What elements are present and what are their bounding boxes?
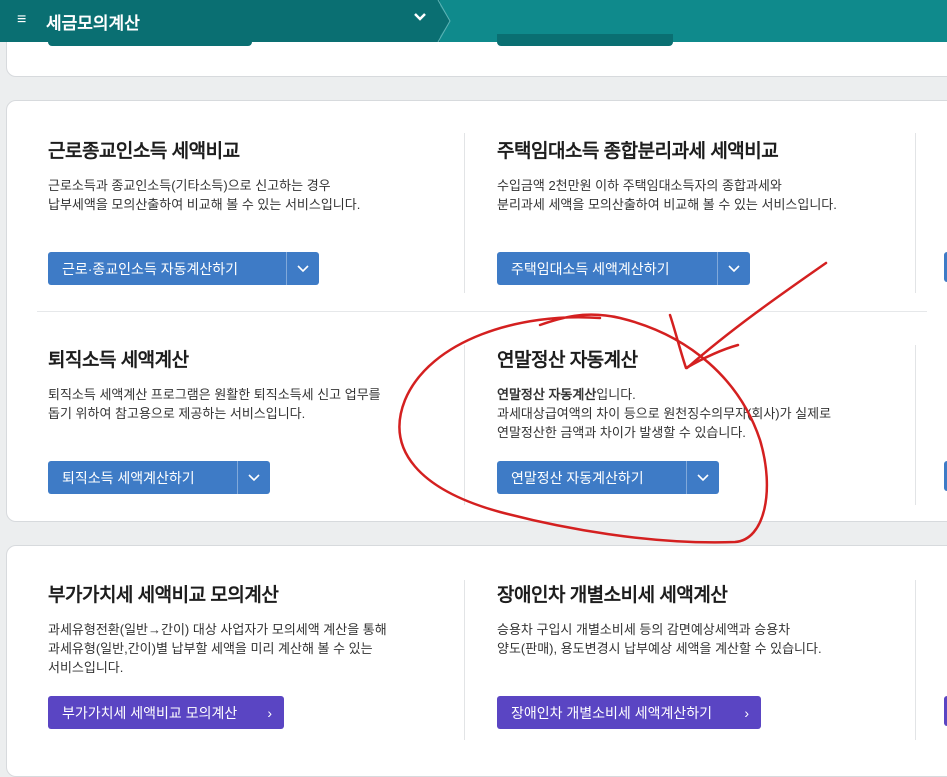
hamburger-menu-icon[interactable]: ≡	[17, 11, 26, 29]
service-item-vat-comparison: 부가가치세 세액비교 모의계산 과세유형전환(일반→간이) 대상 사업자가 모의…	[48, 580, 468, 740]
arrow-right-icon: ›	[744, 704, 749, 721]
service-title: 장애인차 개별소비세 세액계산	[497, 585, 728, 606]
housing-rental-calc-button[interactable]: 주택임대소득 세액계산하기	[497, 252, 750, 285]
button-label: 근로·종교인소득 자동계산하기	[62, 260, 238, 277]
chevron-down-icon[interactable]	[413, 10, 427, 28]
dropdown-toggle[interactable]	[717, 252, 750, 285]
vat-comparison-button[interactable]: 부가가치세 세액비교 모의계산 ›	[48, 696, 284, 729]
service-description: 과세대상급여액의 차이 등으로 원천징수의무자(회사)가 실제로 연말정산한 금…	[497, 406, 832, 440]
service-title: 연말정산 자동계산	[497, 350, 638, 371]
chevron-down-icon	[248, 473, 260, 481]
button-label: 연말정산 자동계산하기	[511, 469, 644, 486]
chevron-down-icon	[728, 264, 740, 272]
service-title: 부가가치세 세액비교 모의계산	[48, 585, 279, 606]
button-label: 주택임대소득 세액계산하기	[511, 260, 670, 277]
button-label: 장애인차 개별소비세 세액계산하기	[511, 704, 712, 721]
service-description: 근로소득과 종교인소득(기타소득)으로 신고하는 경우 납부세액을 모의산출하여…	[48, 178, 361, 212]
year-end-settlement-calc-button[interactable]: 연말정산 자동계산하기	[497, 461, 719, 494]
service-item-retirement: 퇴직소득 세액계산 퇴직소득 세액계산 프로그램은 원활한 퇴직소득세 신고 업…	[48, 345, 468, 495]
button-label: 부가가치세 세액비교 모의계산	[62, 704, 238, 721]
arrow-right-icon: ›	[267, 704, 272, 721]
chevron-down-icon	[697, 473, 709, 481]
button-label: 퇴직소득 세액계산하기	[62, 469, 195, 486]
page-title[interactable]: 세금모의계산	[46, 9, 140, 34]
service-item-year-end-settlement: 연말정산 자동계산 연말정산 자동계산입니다. 과세대상급여액의 차이 등으로 …	[497, 345, 937, 495]
religious-income-calc-button[interactable]: 근로·종교인소득 자동계산하기	[48, 252, 319, 285]
service-description: 과세유형전환(일반→간이) 대상 사업자가 모의세액 계산을 통해 과세유형(일…	[48, 622, 387, 675]
chevron-down-icon	[297, 264, 309, 272]
service-title: 근로종교인소득 세액비교	[48, 141, 240, 162]
service-intro-line: 연말정산 자동계산입니다.	[497, 385, 917, 404]
dropdown-toggle[interactable]	[686, 461, 719, 494]
service-item-housing-rental: 주택임대소득 종합분리과세 세액비교 수입금액 2천만원 이하 주택임대소득자의…	[497, 136, 937, 286]
service-description: 퇴직소득 세액계산 프로그램은 원활한 퇴직소득세 신고 업무를 돕기 위하여 …	[48, 387, 381, 421]
service-description: 수입금액 2천만원 이하 주택임대소득자의 종합과세와 분리과세 세액을 모의산…	[497, 178, 837, 212]
row-divider	[37, 311, 927, 312]
disabled-vehicle-tax-button[interactable]: 장애인차 개별소비세 세액계산하기 ›	[497, 696, 761, 729]
dropdown-toggle[interactable]	[237, 461, 270, 494]
previous-section-button-peek[interactable]	[497, 34, 673, 46]
header-separator-icon	[437, 0, 451, 42]
retirement-calc-button[interactable]: 퇴직소득 세액계산하기	[48, 461, 270, 494]
previous-section-button-peek[interactable]	[48, 34, 252, 46]
service-item-religious-income: 근로종교인소득 세액비교 근로소득과 종교인소득(기타소득)으로 신고하는 경우…	[48, 136, 468, 286]
service-title: 주택임대소득 종합분리과세 세액비교	[497, 141, 779, 162]
dropdown-toggle[interactable]	[286, 252, 319, 285]
service-item-disabled-vehicle-tax: 장애인차 개별소비세 세액계산 승용차 구입시 개별소비세 등의 감면예상세액과…	[497, 580, 937, 740]
service-title: 퇴직소득 세액계산	[48, 350, 189, 371]
service-description: 승용차 구입시 개별소비세 등의 감면예상세액과 승용차 양도(판매), 용도변…	[497, 622, 822, 656]
service-intro-rest: 입니다.	[596, 387, 636, 402]
service-intro-bold: 연말정산 자동계산	[497, 387, 597, 402]
